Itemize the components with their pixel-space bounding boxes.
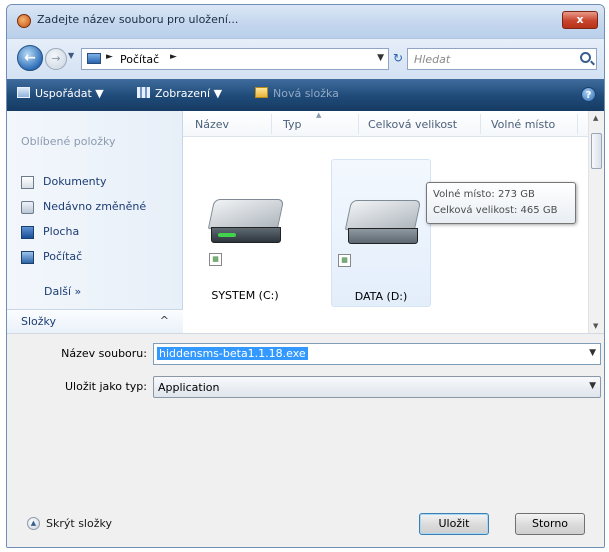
breadcrumb-separator-icon[interactable]: ► [106,52,113,62]
column-divider[interactable] [480,114,481,134]
desktop-icon [21,226,34,239]
computer-icon [87,53,101,64]
chevron-up-icon: ^ [159,314,169,327]
windows-badge-icon: ▦ [209,253,222,266]
folders-toggle[interactable]: Složky ^ [7,309,183,333]
address-bar[interactable]: ► Počítač ► ▼ [81,48,389,70]
column-header-total-size[interactable]: Celková velikost [368,118,457,131]
search-box[interactable]: Hledat [407,48,597,70]
breadcrumb-computer[interactable]: Počítač [120,53,159,66]
column-divider[interactable] [271,114,272,134]
window-title: Zadejte název souboru pro uložení... [37,13,239,26]
more-favorites-link[interactable]: Další » [44,285,81,298]
breadcrumb-separator-icon[interactable]: ► [170,52,177,62]
forward-button[interactable]: → [45,48,67,70]
scroll-up-icon[interactable]: ▲ [593,114,598,122]
hide-folders-label: Skrýt složky [46,517,112,530]
cancel-button[interactable]: Storno [515,513,585,535]
column-header-name[interactable]: Název [195,118,229,131]
recent-icon [21,201,34,214]
organize-button[interactable]: Uspořádat ▼ [17,87,104,100]
views-icon [137,87,150,98]
column-headers: Název Typ ▲ Celková velikost Volné místo [183,111,588,137]
address-dropdown-icon[interactable]: ▼ [377,53,384,63]
organize-icon [17,87,30,98]
scroll-down-icon[interactable]: ▼ [593,322,598,330]
documents-icon [21,176,34,189]
scroll-thumb[interactable] [591,133,602,169]
drive-tooltip: Volné místo: 273 GB Celková velikost: 46… [426,182,576,224]
chevron-down-icon[interactable]: ▼ [589,348,596,358]
navigation-bar: ← → ▼ ► Počítač ► ▼ ↻ Hledat [7,39,604,79]
help-icon[interactable]: ? [581,87,596,102]
filetype-value: Application [158,381,220,394]
tooltip-free-space: Volné místo: 273 GB [433,189,535,200]
column-divider[interactable] [358,114,359,134]
collapse-icon: ▲ [27,517,40,530]
save-dialog: Zadejte název souboru pro uložení... x ←… [6,4,605,548]
refresh-icon[interactable]: ↻ [393,51,403,65]
filetype-select[interactable]: Application ▼ [153,376,601,398]
drive-name: DATA (D:) [354,290,408,303]
filename-field[interactable]: hiddensms-beta1.1.18.exe ▼ [153,343,601,365]
close-button[interactable]: x [562,11,598,29]
title-bar[interactable]: Zadejte název souboru pro uložení... x [7,5,604,39]
column-header-free-space[interactable]: Volné místo [491,118,555,131]
windows-badge-icon: ▦ [338,254,351,267]
column-divider[interactable] [577,114,578,134]
command-toolbar: Uspořádat ▼ Zobrazení ▼ Nová složka ? [7,79,604,111]
search-input[interactable]: Hledat [414,53,450,66]
sort-arrow-icon: ▲ [316,111,322,119]
new-folder-button[interactable]: Nová složka [255,87,339,100]
search-icon[interactable] [580,52,591,63]
filetype-label: Uložit jako typ: [65,380,147,393]
vertical-scrollbar[interactable]: ▲ ▼ [588,111,604,333]
filename-value[interactable]: hiddensms-beta1.1.18.exe [157,347,308,360]
filename-label: Název souboru: [61,347,147,360]
tooltip-total-size: Celková velikost: 465 GB [433,205,558,216]
chevron-down-icon[interactable]: ▼ [589,381,596,391]
save-button[interactable]: Uložit [419,513,489,535]
history-dropdown-icon[interactable]: ▼ [68,51,74,60]
navigation-pane: Oblíbené položky Dokumenty Nedávno změně… [7,111,183,333]
save-form: Název souboru: hiddensms-beta1.1.18.exe … [7,333,604,547]
views-button[interactable]: Zobrazení ▼ [137,87,222,100]
drive-item-selected[interactable]: ▦ DATA (D:) [331,159,431,307]
back-button[interactable]: ← [17,45,43,71]
folder-icon [255,87,268,98]
favorites-header: Oblíbené položky [21,135,116,148]
app-icon [17,14,31,28]
hard-drive-icon [344,200,422,248]
computer-icon [21,251,34,264]
column-header-type[interactable]: Typ [283,118,302,131]
folders-label: Složky [21,315,57,328]
hard-drive-icon [207,199,285,247]
drive-item[interactable]: ▦ SYSTEM (C:) [195,159,295,307]
drive-name: SYSTEM (C:) [211,289,279,302]
